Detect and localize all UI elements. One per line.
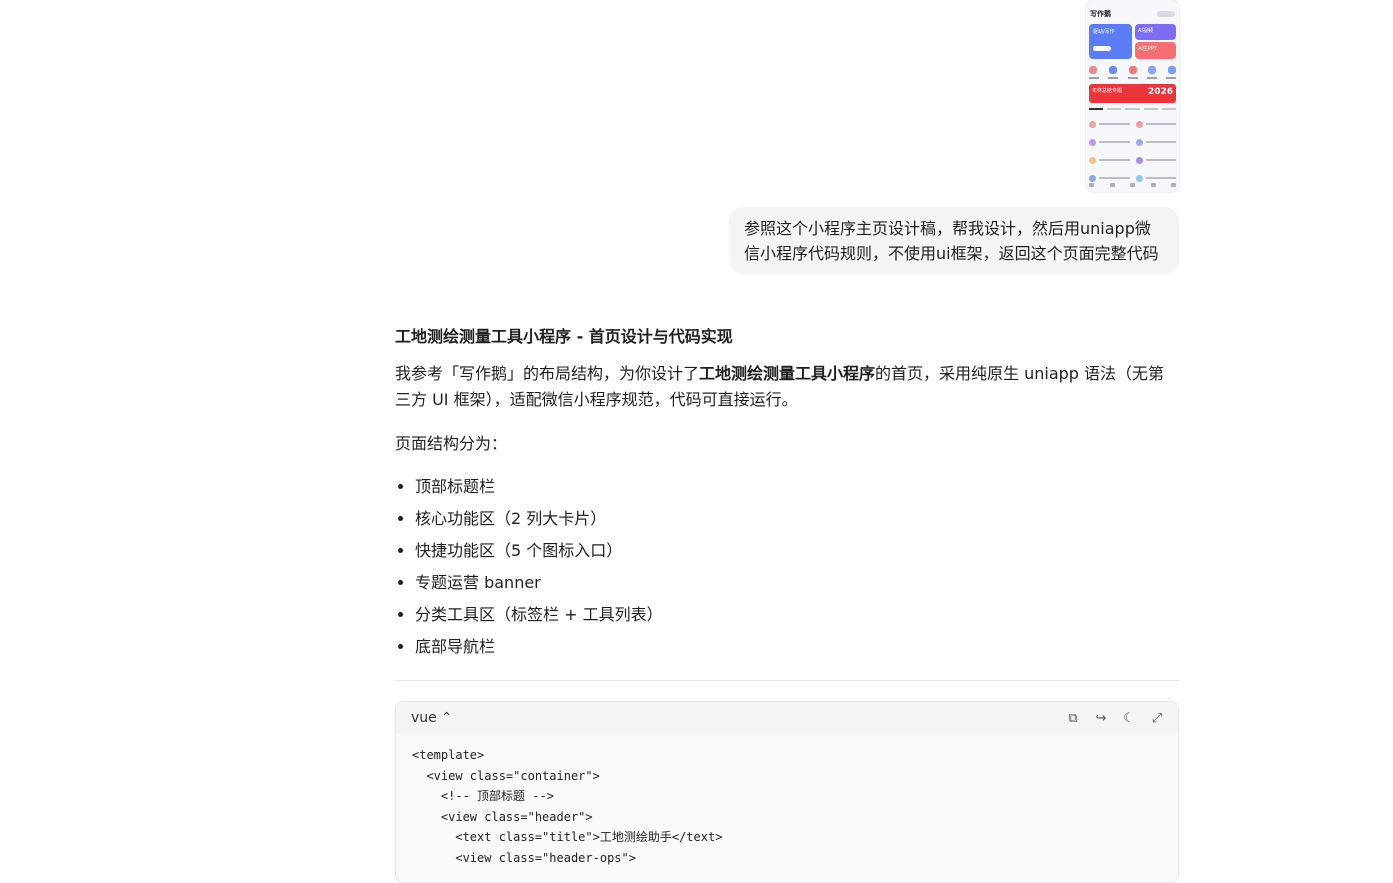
thumb-card-writing: 驱动/写作 (1089, 24, 1132, 59)
thumb-tool-list (1089, 119, 1176, 183)
thumb-shortcut-icon (1108, 66, 1117, 74)
list-item: 顶部标题栏 (415, 475, 1179, 499)
thumb-shortcut-labels (1089, 77, 1176, 79)
answer-intro-bold: 工地测绘测量工具小程序 (699, 364, 876, 383)
thumb-banner: 年终总结专题 2026 (1089, 84, 1176, 103)
code-line: <view class="header"> (412, 809, 593, 824)
code-line: <text class="title">工地测绘助手</text> (412, 830, 723, 844)
thumb-shortcut-icon (1168, 66, 1176, 74)
thumb-card-video-label: AI视频 (1138, 28, 1153, 34)
answer-intro-before: 我参考「写作鹅」的布局结构，为你设计了 (395, 364, 700, 383)
thumb-card-ppt-label: AI生PPT (1138, 46, 1157, 52)
code-toolbar: vue ⌃ ⧉ ↪ ☾ ⤢ (396, 702, 1178, 734)
thumb-card-writing-button (1093, 46, 1111, 51)
assistant-answer: 工地测绘测量工具小程序 - 首页设计与代码实现 我参考「写作鹅」的布局结构，为你… (395, 325, 1179, 667)
code-language-label: vue (411, 710, 437, 726)
answer-title: 工地测绘测量工具小程序 - 首页设计与代码实现 (395, 327, 733, 346)
thumb-card-ppt: AI生PPT (1135, 42, 1176, 59)
thumb-shortcut-icon (1089, 66, 1097, 74)
code-language-toggle[interactable]: vue ⌃ (411, 710, 453, 726)
design-thumbnail-image[interactable]: 写作鹅 驱动/写作 AI视频 AI生PPT 年终总结专题 2026 (1086, 0, 1179, 192)
thumb-app-title: 写作鹅 (1090, 10, 1111, 18)
list-item: 核心功能区（2 列大卡片） (415, 507, 1179, 531)
code-line: <template> (412, 748, 485, 762)
theme-toggle-icon[interactable]: ☾ (1122, 711, 1136, 726)
thumb-shortcut-icon (1128, 66, 1137, 74)
code-line: <view class="container"> (412, 768, 600, 783)
thumb-shortcut-icon (1148, 66, 1157, 74)
thumb-card-writing-label: 驱动/写作 (1093, 29, 1115, 35)
thumb-banner-text: 年终总结专题 (1092, 88, 1123, 94)
list-item: 分类工具区（标签栏 + 工具列表） (415, 603, 1179, 627)
thumb-banner-year: 2026 (1147, 87, 1173, 97)
divider (395, 680, 1179, 681)
structure-label: 页面结构分为： (395, 434, 508, 453)
code-line: <view class="header-ops"> (412, 850, 636, 865)
expand-icon[interactable]: ⤢ (1150, 711, 1164, 726)
list-item: 底部导航栏 (415, 635, 1179, 659)
code-content: <template> <view class="container"> <!--… (396, 734, 1178, 879)
answer-intro: 我参考「写作鹅」的布局结构，为你设计了工地测绘测量工具小程序的首页，采用纯原生 … (395, 361, 1179, 413)
chevron-up-icon: ⌃ (440, 710, 453, 726)
copy-icon[interactable]: ⧉ (1066, 711, 1080, 726)
code-line: <!-- 顶部标题 --> (412, 789, 554, 803)
thumb-capsule (1157, 11, 1175, 17)
thumb-bottom-nav (1089, 183, 1176, 187)
structure-list: 顶部标题栏 核心功能区（2 列大卡片） 快捷功能区（5 个图标入口） 专题运营 … (395, 475, 1179, 659)
thumb-card-video: AI视频 (1135, 24, 1176, 40)
thumb-shortcut-icons (1089, 66, 1176, 74)
user-message-bubble: 参照这个小程序主页设计稿，帮我设计，然后用uniapp微信小程序代码规则，不使用… (729, 207, 1179, 274)
list-item: 专题运营 banner (415, 571, 1179, 595)
share-icon[interactable]: ↪ (1094, 711, 1108, 726)
code-block: vue ⌃ ⧉ ↪ ☾ ⤢ <template> <view class="co… (395, 701, 1179, 883)
list-item: 快捷功能区（5 个图标入口） (415, 539, 1179, 563)
thumb-category-tabs (1089, 108, 1177, 110)
code-tools: ⧉ ↪ ☾ ⤢ (1066, 711, 1164, 726)
